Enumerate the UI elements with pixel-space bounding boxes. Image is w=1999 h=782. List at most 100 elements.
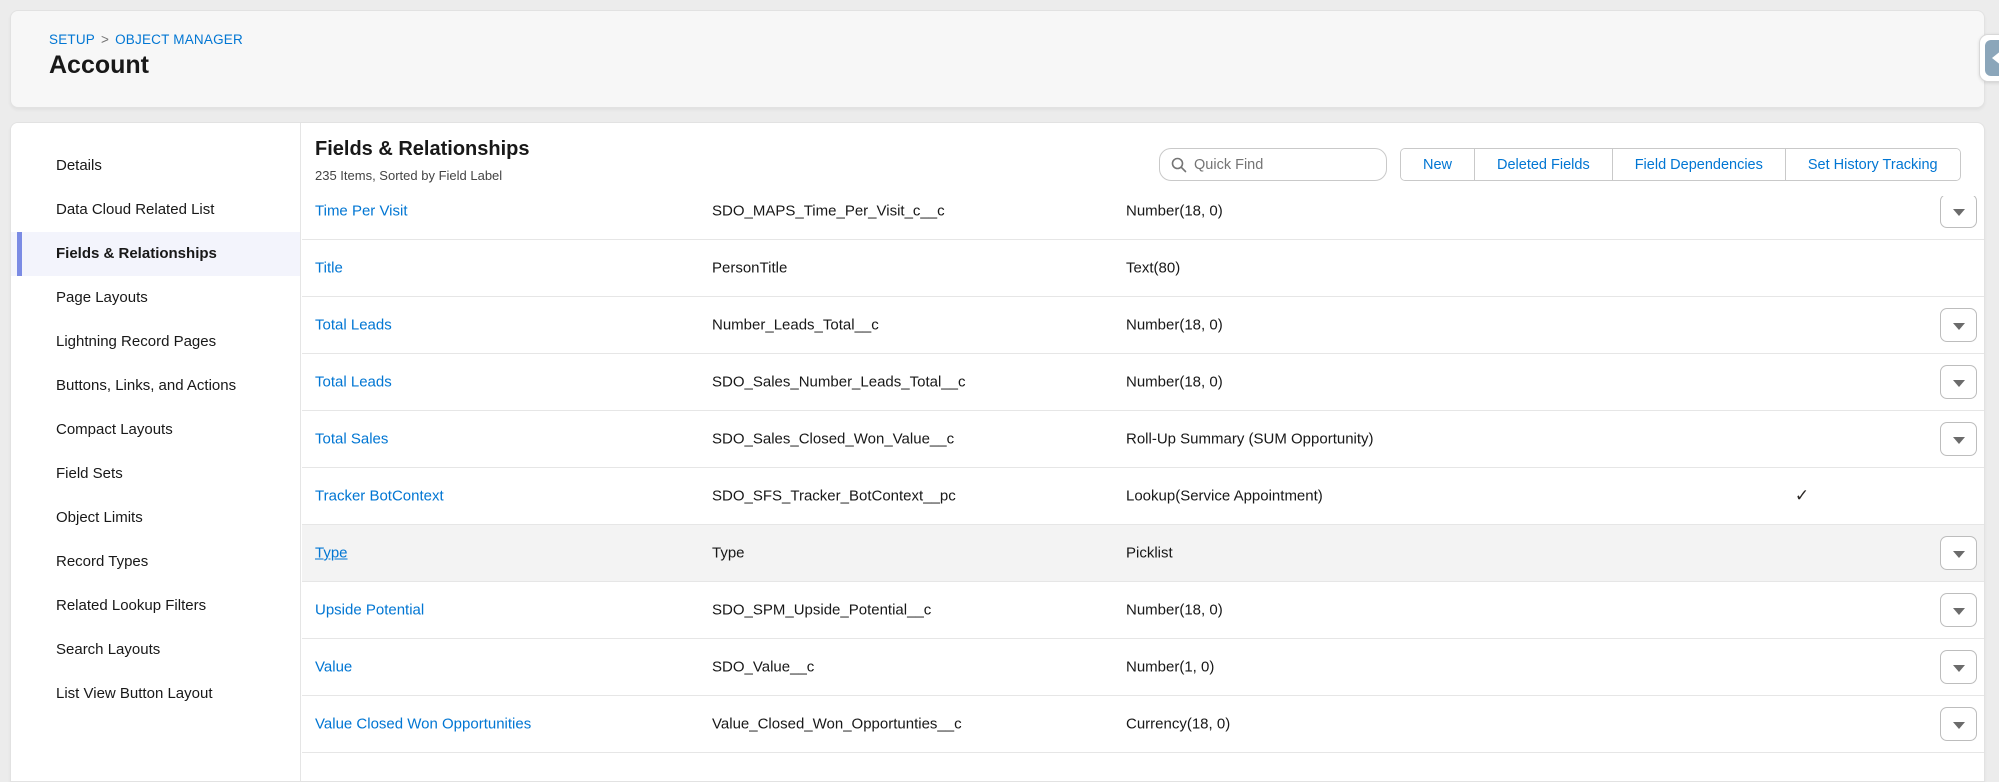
row-actions-dropdown-button[interactable] — [1940, 650, 1977, 684]
row-actions-dropdown-button[interactable] — [1940, 422, 1977, 456]
field-row: Tracker BotContext SDO_SFS_Tracker_BotCo… — [302, 468, 1984, 525]
row-actions-dropdown-button[interactable] — [1940, 707, 1977, 741]
sidebar-item-label: List View Button Layout — [56, 685, 213, 702]
field-label-cell: Total Leads — [315, 374, 392, 391]
row-actions-dropdown-button[interactable] — [1940, 308, 1977, 342]
field-label-cell: Value Closed Won Opportunities — [315, 716, 531, 733]
field-data-type: Number(18, 0) — [1126, 317, 1223, 334]
new-button[interactable]: New — [1401, 149, 1474, 180]
sidebar-item-field-sets[interactable]: Field Sets — [11, 452, 300, 496]
field-data-type: Currency(18, 0) — [1126, 716, 1230, 733]
sidebar-item-label: Data Cloud Related List — [56, 201, 214, 218]
field-label-cell: Total Leads — [315, 317, 392, 334]
chevron-down-icon — [1953, 380, 1965, 387]
row-actions-dropdown-button[interactable] — [1940, 196, 1977, 228]
field-label-link[interactable]: Value — [315, 659, 352, 676]
field-api-name: SDO_SPM_Upside_Potential__c — [712, 602, 931, 619]
field-label-cell: Value — [315, 659, 352, 676]
page-title: Account — [49, 51, 149, 80]
sidebar-item-object-limits[interactable]: Object Limits — [11, 496, 300, 540]
field-row: Total Sales SDO_Sales_Closed_Won_Value__… — [302, 411, 1984, 468]
row-actions-dropdown-button[interactable] — [1940, 593, 1977, 627]
field-row: Value SDO_Value__c Number(1, 0) — [302, 639, 1984, 696]
chevron-left-icon — [1985, 40, 1999, 76]
field-row: Time Per Visit SDO_MAPS_Time_Per_Visit_c… — [302, 196, 1984, 240]
sidebar-item-label: Lightning Record Pages — [56, 333, 216, 350]
field-dependencies-button[interactable]: Field Dependencies — [1612, 149, 1785, 180]
chevron-down-icon — [1953, 437, 1965, 444]
sidebar-item-label: Details — [56, 157, 102, 174]
field-label-link[interactable]: Total Leads — [315, 374, 392, 391]
object-manager-panel: Details Data Cloud Related List Fields &… — [10, 122, 1985, 782]
field-label-link[interactable]: Title — [315, 260, 343, 277]
field-label-cell: Upside Potential — [315, 602, 424, 619]
field-api-name: SDO_SFS_Tracker_BotContext__pc — [712, 488, 956, 505]
field-api-name: Number_Leads_Total__c — [712, 317, 879, 334]
field-data-type: Picklist — [1126, 545, 1173, 562]
sidebar-item-details[interactable]: Details — [11, 144, 300, 188]
field-data-type: Number(18, 0) — [1126, 203, 1223, 220]
sidebar-item-record-types[interactable]: Record Types — [11, 540, 300, 584]
field-data-type: Lookup(Service Appointment) — [1126, 488, 1323, 505]
field-label-cell: Tracker BotContext — [315, 488, 444, 505]
sidebar-item-label: Object Limits — [56, 509, 143, 526]
row-actions-dropdown-button[interactable] — [1940, 365, 1977, 399]
chevron-down-icon — [1953, 722, 1965, 729]
sidebar-item-related-lookup-filters[interactable]: Related Lookup Filters — [11, 584, 300, 628]
help-panel-tab[interactable] — [1979, 34, 1999, 82]
sidebar-item-label: Search Layouts — [56, 641, 160, 658]
field-data-type: Roll-Up Summary (SUM Opportunity) — [1126, 431, 1374, 448]
field-label-link[interactable]: Tracker BotContext — [315, 488, 444, 505]
field-label-cell: Time Per Visit — [315, 203, 408, 220]
indexed-checkmark-icon: ✓ — [1762, 486, 1842, 506]
field-label-link[interactable]: Type — [315, 545, 348, 562]
sidebar-item-buttons-links-and-actions[interactable]: Buttons, Links, and Actions — [11, 364, 300, 408]
field-data-type: Number(1, 0) — [1126, 659, 1214, 676]
field-api-name: SDO_Value__c — [712, 659, 814, 676]
field-row: Total Leads Number_Leads_Total__c Number… — [302, 297, 1984, 354]
field-label-cell: Total Sales — [315, 431, 388, 448]
field-api-name: SDO_MAPS_Time_Per_Visit_c__c — [712, 203, 945, 220]
chevron-down-icon — [1953, 665, 1965, 672]
sidebar-item-data-cloud-related-list[interactable]: Data Cloud Related List — [11, 188, 300, 232]
field-label-cell: Type — [315, 545, 348, 562]
sidebar-item-fields-relationships[interactable]: Fields & Relationships — [11, 232, 300, 276]
chevron-down-icon — [1953, 608, 1965, 615]
field-label-cell: Title — [315, 260, 343, 277]
breadcrumb-object-manager-link[interactable]: OBJECT MANAGER — [115, 32, 243, 47]
field-label-link[interactable]: Upside Potential — [315, 602, 424, 619]
field-row: Type Type Picklist — [302, 525, 1984, 582]
quick-find-box — [1159, 148, 1387, 181]
field-api-name: SDO_Sales_Number_Leads_Total__c — [712, 374, 965, 391]
sidebar-item-search-layouts[interactable]: Search Layouts — [11, 628, 300, 672]
setup-header-card: SETUP>OBJECT MANAGER Account — [10, 10, 1985, 108]
set-history-tracking-button[interactable]: Set History Tracking — [1785, 149, 1960, 180]
sidebar-item-list-view-button-layout[interactable]: List View Button Layout — [11, 672, 300, 716]
fields-table-viewport[interactable]: Time Per Visit SDO_MAPS_Time_Per_Visit_c… — [302, 196, 1984, 781]
breadcrumb-setup-link[interactable]: SETUP — [49, 32, 95, 47]
items-count-subtitle: 235 Items, Sorted by Field Label — [315, 168, 502, 183]
sidebar-item-label: Compact Layouts — [56, 421, 173, 438]
sidebar-item-label: Page Layouts — [56, 289, 148, 306]
quick-find-input[interactable] — [1194, 149, 1379, 180]
field-label-link[interactable]: Total Sales — [315, 431, 388, 448]
search-icon — [1171, 157, 1187, 173]
sidebar-item-lightning-record-pages[interactable]: Lightning Record Pages — [11, 320, 300, 364]
breadcrumb: SETUP>OBJECT MANAGER — [49, 32, 243, 47]
chevron-down-icon — [1953, 323, 1965, 330]
deleted-fields-button[interactable]: Deleted Fields — [1474, 149, 1612, 180]
field-api-name: SDO_Sales_Closed_Won_Value__c — [712, 431, 954, 448]
fields-table: Time Per Visit SDO_MAPS_Time_Per_Visit_c… — [302, 196, 1984, 753]
chevron-down-icon — [1953, 551, 1965, 558]
field-data-type: Text(80) — [1126, 260, 1180, 277]
sidebar-item-compact-layouts[interactable]: Compact Layouts — [11, 408, 300, 452]
field-label-link[interactable]: Value Closed Won Opportunities — [315, 716, 531, 733]
field-label-link[interactable]: Total Leads — [315, 317, 392, 334]
sidebar-item-page-layouts[interactable]: Page Layouts — [11, 276, 300, 320]
field-row: Value Closed Won Opportunities Value_Clo… — [302, 696, 1984, 753]
field-label-link[interactable]: Time Per Visit — [315, 203, 408, 220]
row-actions-dropdown-button[interactable] — [1940, 536, 1977, 570]
sidebar-nav: Details Data Cloud Related List Fields &… — [11, 123, 301, 781]
sidebar-item-label: Fields & Relationships — [56, 245, 217, 262]
field-row: Total Leads SDO_Sales_Number_Leads_Total… — [302, 354, 1984, 411]
